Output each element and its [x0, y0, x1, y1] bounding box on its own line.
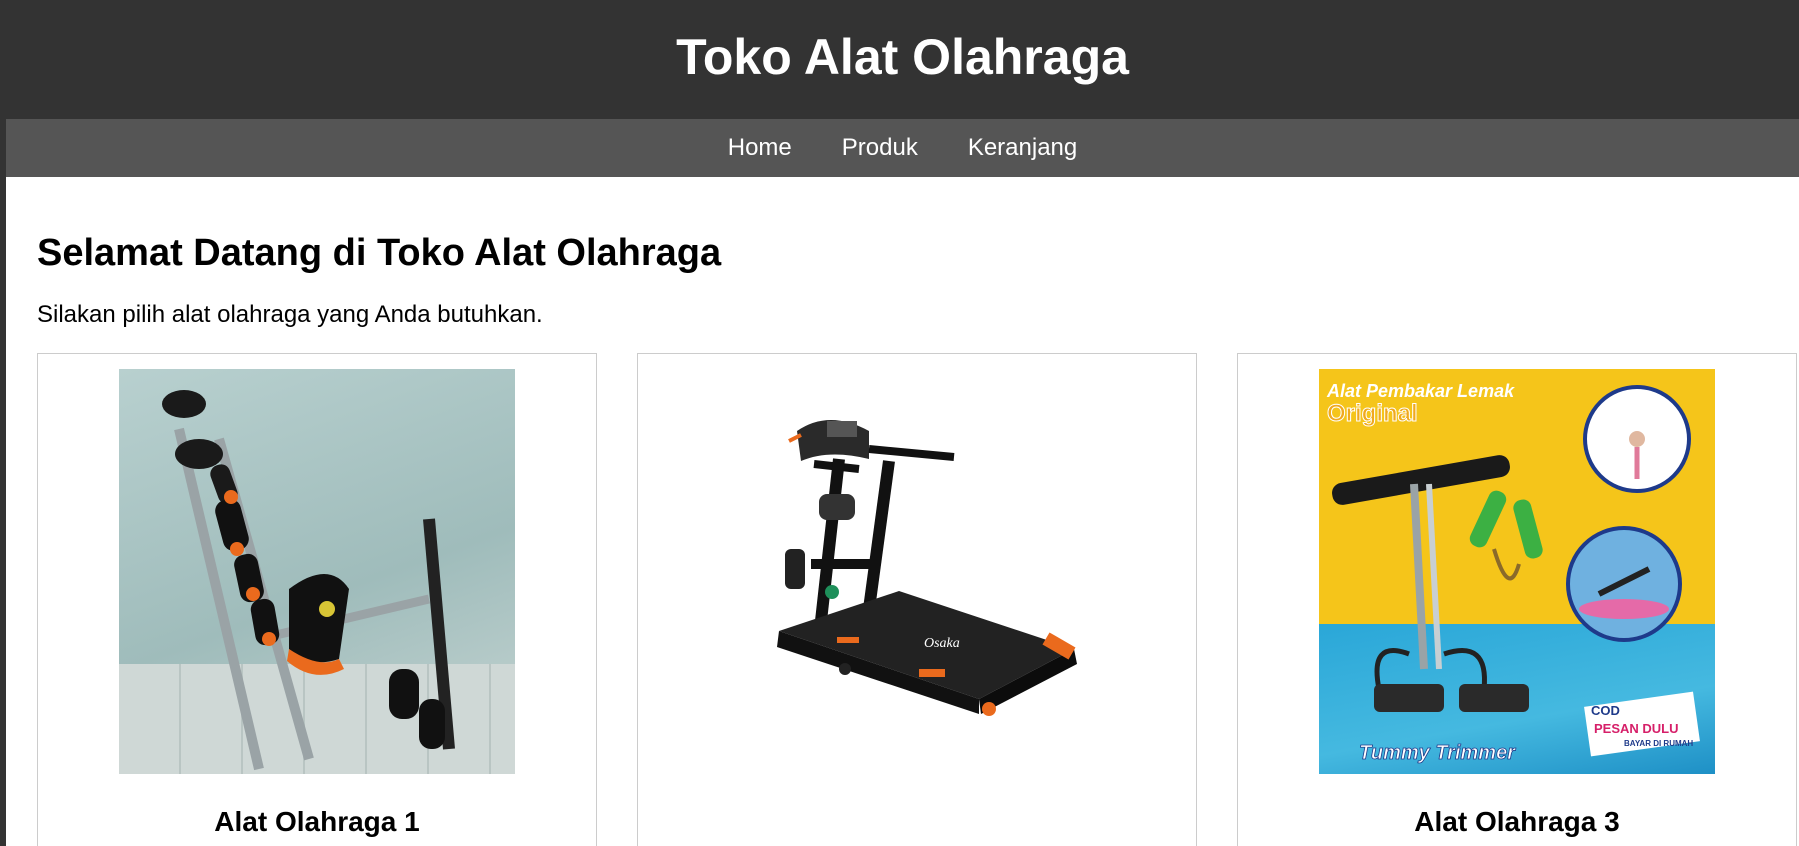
welcome-title: Selamat Datang di Toko Alat Olahraga	[37, 232, 722, 274]
badge-cod: COD	[1591, 703, 1620, 718]
treadmill-illustration: Osaka	[777, 420, 1077, 716]
site-header: Toko Alat Olahraga	[6, 0, 1799, 119]
badge-bayar-di-rumah: BAYAR DI RUMAH	[1624, 739, 1693, 748]
nav-keranjang-link[interactable]: Keranjang	[968, 134, 1077, 162]
badge-pesan-dulu: PESAN DULU	[1594, 721, 1679, 736]
product-image-ab-machine[interactable]	[119, 369, 515, 774]
product-card[interactable]: Osaka	[637, 353, 1197, 846]
treadmill-brand-text: Osaka	[924, 636, 960, 651]
tummy-trimmer-illustration: Alat Pembakar Lemak Original Tummy Trimm…	[1326, 381, 1700, 764]
main-content: Selamat Datang di Toko Alat Olahraga Sil…	[6, 177, 1799, 846]
product-name: Alat Olahraga 1	[214, 806, 420, 837]
nav-home-link[interactable]: Home	[728, 134, 792, 162]
page: Toko Alat Olahraga Home Produk Keranjang…	[6, 0, 1799, 846]
product-image-tummy-trimmer[interactable]: Alat Pembakar Lemak Original Tummy Trimm…	[1319, 369, 1715, 774]
product-list: Alat Olahraga 1 Osaka Alat Pembakar Lema…	[37, 353, 1799, 846]
site-title: Toko Alat Olahraga	[676, 28, 1129, 85]
promo-headline-original: Original	[1327, 400, 1418, 427]
main-nav: Home Produk Keranjang	[6, 119, 1799, 177]
welcome-text: Silakan pilih alat olahraga yang Anda bu…	[37, 301, 543, 328]
ab-machine-illustration	[162, 390, 455, 771]
product-card[interactable]: Alat Pembakar Lemak Original Tummy Trimm…	[1237, 353, 1797, 846]
product-name: Alat Olahraga 3	[1414, 806, 1620, 837]
product-image-treadmill[interactable]: Osaka	[719, 369, 1115, 774]
nav-produk-link[interactable]: Produk	[842, 134, 918, 162]
product-card[interactable]: Alat Olahraga 1	[37, 353, 597, 846]
product-caption-tummy-trimmer: Tummy Trimmer	[1359, 742, 1516, 764]
promo-headline: Alat Pembakar Lemak	[1326, 381, 1515, 401]
